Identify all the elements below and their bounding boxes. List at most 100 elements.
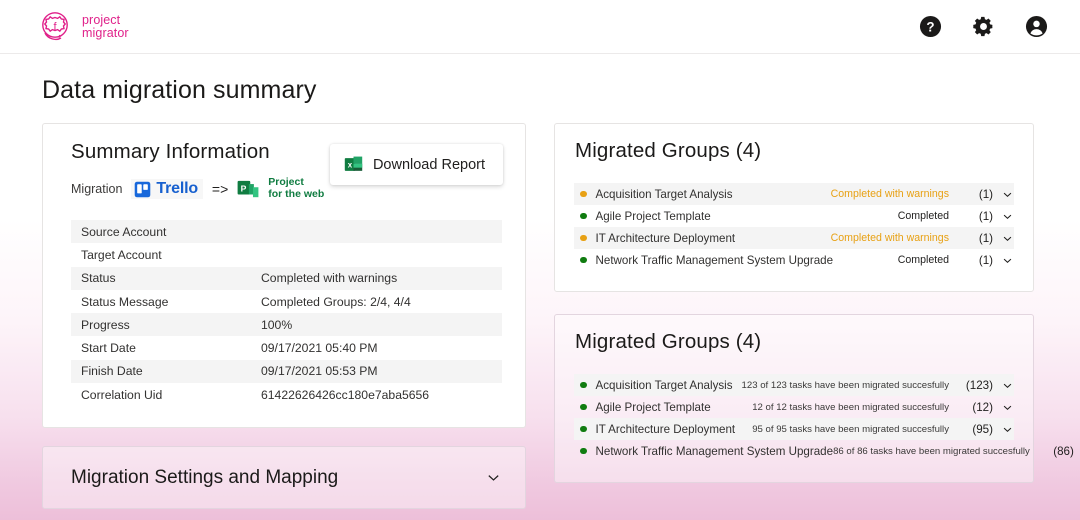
table-row: Status Completed with warnings [71,266,502,290]
group-count: (86) [1053,444,1074,458]
status-dot-success [580,447,587,455]
migrated-groups-status-list: Acquisition Target Analysis Completed wi… [574,183,1014,271]
group-task-summary: 12 of 12 tasks have been migrated succes… [752,401,949,413]
table-row: Status Message Completed Groups: 2/4, 4/… [71,290,502,313]
chevron-down-icon[interactable] [1002,255,1013,266]
group-name: Network Traffic Management System Upgrad… [595,444,834,458]
group-count: (1) [978,253,993,267]
gear-icon[interactable] [972,15,995,38]
header-actions: ? [919,15,1052,38]
row-key: Status [81,271,116,286]
group-name: IT Architecture Deployment [595,231,736,245]
group-name: IT Architecture Deployment [595,422,736,436]
table-row: Source Account [71,220,502,244]
list-item[interactable]: IT Architecture Deployment Completed wit… [574,227,1014,249]
row-key: Correlation Uid [81,387,163,402]
status-dot-success [580,425,587,433]
excel-icon: x [344,156,363,171]
svg-text:P: P [241,183,247,193]
chevron-down-icon[interactable] [486,470,501,485]
chevron-down-icon[interactable] [1002,424,1013,435]
gear-arrow-logo-icon: f [42,11,68,40]
svg-text:x: x [348,161,353,170]
migration-label: Migration [71,182,123,196]
group-task-summary: 86 of 86 tasks have been migrated succes… [833,445,1030,457]
status-dot-success [580,381,587,389]
target-line-2: for the web [268,188,325,200]
status-dot-warning [580,234,587,242]
chevron-down-icon[interactable] [1002,189,1013,200]
group-status: Completed with warnings [830,188,949,200]
group-task-summary: 123 of 123 tasks have been migrated succ… [741,379,949,391]
status-dot-success [580,212,587,220]
chevron-down-icon[interactable] [1002,233,1013,244]
migrated-groups-tasks-list: Acquisition Target Analysis 123 of 123 t… [574,374,1074,462]
right-column: Migrated Groups (4) Acquisition Target A… [554,123,1074,483]
target-line-1: Project [268,176,304,189]
account-icon[interactable] [1025,15,1048,38]
row-key: Finish Date [81,364,143,379]
migration-settings-panel[interactable]: Migration Settings and Mapping [42,446,526,510]
group-count: (123) [965,378,993,392]
migrated-groups-status-card: Migrated Groups (4) Acquisition Target A… [554,123,1034,292]
status-dot-warning [580,190,587,198]
group-name: Network Traffic Management System Upgrad… [595,253,834,267]
summary-table: Source Account Target Account Status Com… [71,220,502,406]
migrated-groups-tasks-card: Migrated Groups (4) Acquisition Target A… [554,314,1074,483]
help-icon[interactable]: ? [919,15,942,38]
summary-information-card: Summary Information x Download Report Mi… [42,123,526,429]
row-key: Start Date [81,341,136,356]
table-row: Start Date 09/17/2021 05:40 PM [71,336,502,359]
svg-text:f: f [53,21,57,33]
chevron-down-icon[interactable] [1002,211,1013,222]
table-row: Target Account [71,243,502,266]
migration-settings-title: Migration Settings and Mapping [71,466,339,488]
group-name: Acquisition Target Analysis [595,187,733,201]
list-item[interactable]: Agile Project Template Completed (1) [574,205,1014,227]
list-item[interactable]: Network Traffic Management System Upgrad… [574,249,1014,271]
status-dot-success [580,256,587,264]
list-item[interactable]: Agile Project Template 12 of 12 tasks ha… [574,396,1014,418]
project-for-web-icon: P [237,180,259,197]
chevron-down-icon[interactable] [1002,380,1013,391]
group-count: (1) [978,209,993,223]
summary-header: Summary Information x Download Report [43,124,525,185]
group-count: (1) [978,187,993,201]
row-value: Completed Groups: 2/4, 4/4 [261,294,411,309]
logo-wordmark: project migrator [82,12,129,40]
group-name: Agile Project Template [595,209,711,223]
row-key: Progress [81,317,130,332]
row-value: 61422626426cc180e7aba5656 [261,387,430,402]
group-status: Completed with warnings [830,232,949,244]
row-value: 100% [261,317,293,332]
row-value: Completed with warnings [261,271,398,286]
group-name: Agile Project Template [595,400,711,414]
left-column: Summary Information x Download Report Mi… [42,123,526,510]
group-count: (12) [972,400,993,414]
chevron-down-icon[interactable] [1002,402,1013,413]
row-key: Status Message [81,294,169,309]
list-item[interactable]: Acquisition Target Analysis Completed wi… [574,183,1014,205]
trello-icon [135,181,151,197]
app-logo[interactable]: f project migrator [38,9,129,45]
logo-line-1: project [82,12,121,27]
group-count: (95) [972,422,993,436]
row-value: 09/17/2021 05:40 PM [261,341,378,356]
list-item[interactable]: Network Traffic Management System Upgrad… [574,440,1074,462]
app-header: f project migrator ? [0,0,1080,54]
group-task-summary: 95 of 95 tasks have been migrated succes… [752,423,949,435]
group-name: Acquisition Target Analysis [595,378,733,392]
row-key: Source Account [81,224,167,239]
row-key: Target Account [81,247,162,262]
source-system-name: Trello [156,180,198,197]
direction-arrow: => [211,181,229,197]
download-report-button[interactable]: x Download Report [329,144,503,185]
group-status: Completed [897,254,949,266]
migrated-groups-tasks-title: Migrated Groups (4) [575,330,762,353]
summary-title: Summary Information [71,140,270,163]
table-row: Progress 100% [71,313,502,337]
list-item[interactable]: IT Architecture Deployment 95 of 95 task… [574,418,1014,440]
source-system: Trello [131,179,203,199]
list-item[interactable]: Acquisition Target Analysis 123 of 123 t… [574,374,1014,396]
row-value: 09/17/2021 05:53 PM [261,364,378,379]
